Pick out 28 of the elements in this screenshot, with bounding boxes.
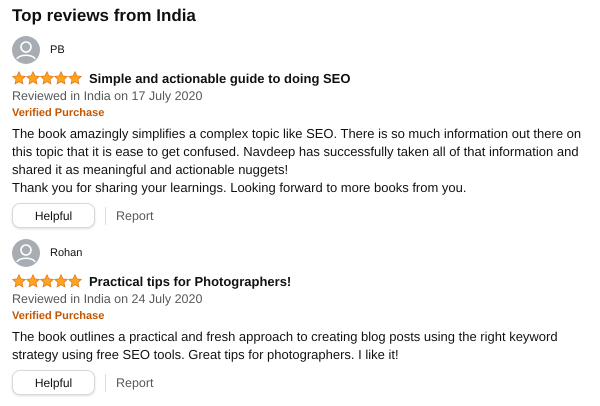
star-icon: [54, 274, 68, 288]
review-title[interactable]: Simple and actionable guide to doing SEO: [89, 70, 350, 86]
star-icon: [26, 274, 40, 288]
reviewer-name: PB: [50, 44, 65, 56]
avatar-icon: [12, 36, 40, 64]
star-icon: [40, 71, 54, 85]
review-date: Reviewed in India on 24 July 2020: [12, 291, 204, 308]
avatar-icon: [12, 239, 40, 267]
helpful-button[interactable]: Helpful: [12, 203, 95, 228]
review-text: The book outlines a practical and fresh approach to creating blog posts using the right keyword strategy using free SEO tools. Great tips for photographers. I like it!: [12, 328, 559, 364]
star-icon: [26, 71, 40, 85]
star-icon: [12, 71, 26, 85]
star-icon: [12, 274, 26, 288]
reviewer-name: Rohan: [50, 247, 82, 259]
star-icon: [54, 71, 68, 85]
verified-purchase-label: Verified Purchase: [12, 106, 106, 121]
helpful-button[interactable]: Helpful: [12, 370, 95, 395]
review-date: Reviewed in India on 17 July 2020: [12, 88, 204, 105]
review-title[interactable]: Practical tips for Photographers!: [89, 274, 292, 288]
section-heading: Top reviews from India: [12, 5, 197, 27]
review-text: The book amazingly simplifies a complex topic like SEO. There is so much information out there on this topic that it is ease to get confused. Navdeep has successfully taken all of that information and shared it as meaningful and actionable nuggets!: [12, 125, 582, 179]
report-link[interactable]: Report: [116, 376, 154, 390]
review-text: Thank you for sharing your learnings. Looking forward to more books from you.: [12, 179, 468, 197]
star-icon: [40, 274, 54, 288]
star-icon: [68, 274, 82, 288]
report-link[interactable]: Report: [116, 208, 154, 222]
verified-purchase-label: Verified Purchase: [12, 309, 106, 324]
star-icon: [68, 71, 82, 85]
